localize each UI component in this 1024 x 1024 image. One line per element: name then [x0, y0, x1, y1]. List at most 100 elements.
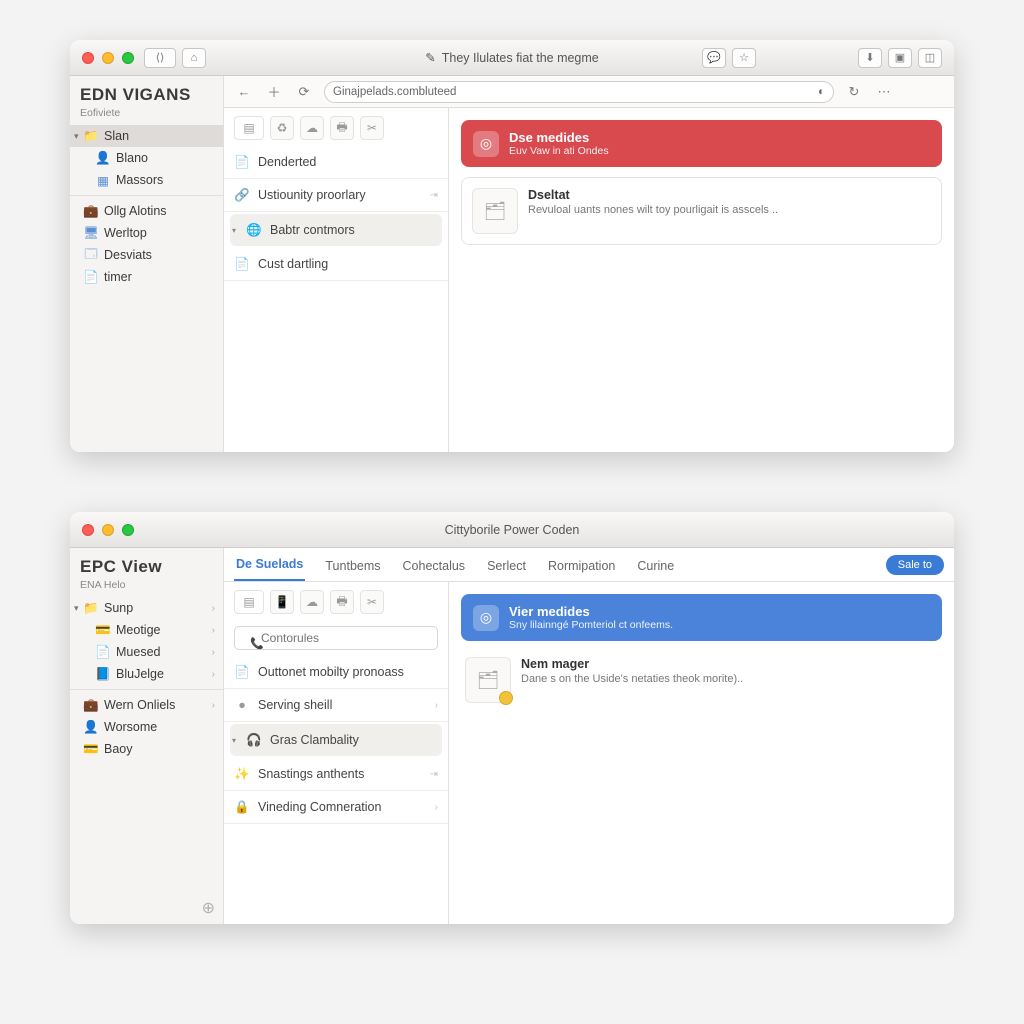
panel-button[interactable]: ◫: [918, 48, 942, 68]
tool-settings-button[interactable]: ✂: [360, 116, 384, 140]
list-item[interactable]: 📄Cust dartling: [224, 248, 448, 281]
chat-button[interactable]: 💬: [702, 48, 726, 68]
chevron-right-icon: ›: [435, 700, 438, 711]
card-thumbnail: 🗂: [472, 188, 518, 234]
banner-subtitle: Euv Vaw in ati Ondes: [509, 145, 609, 157]
search-field-wrap: 📞: [234, 626, 438, 650]
dot-red-icon: ●: [234, 697, 250, 713]
list-item[interactable]: 📄Denderted: [224, 146, 448, 179]
list-item[interactable]: 📄Outtonet mobilty pronoass: [224, 656, 448, 689]
tab-serlect[interactable]: Serlect: [485, 551, 528, 581]
lock-icon: 🔒: [234, 799, 250, 815]
tool-sort-button[interactable]: ♻: [270, 116, 294, 140]
list-toolbar: ▤ 📱 ☁ 🖶 ✂: [224, 582, 448, 620]
view-mode-button[interactable]: ▤: [234, 116, 264, 140]
search-input[interactable]: [234, 626, 438, 650]
sidebar-item-wern[interactable]: 💼Wern Onliels›: [70, 694, 223, 716]
sidebar-item-meotige[interactable]: 💳Meotige›: [70, 619, 223, 641]
archive-button[interactable]: ▣: [888, 48, 912, 68]
tool-print-button[interactable]: 🖶: [330, 590, 354, 614]
sidebar-item-ollg[interactable]: 💼Ollg Alotins: [70, 200, 223, 222]
sidebar-item-timer[interactable]: 📄timer: [70, 266, 223, 288]
list-item[interactable]: 🔗Ustiounity proorlary⇥: [224, 179, 448, 212]
list-item[interactable]: 🔒Vineding Comneration›: [224, 791, 448, 824]
sidebar-item-blujelge[interactable]: 📘BluJelge›: [70, 663, 223, 685]
list-item-selected[interactable]: 🌐Babtr contmors: [230, 214, 442, 246]
refresh2-button[interactable]: ↻: [844, 82, 864, 102]
sidebar-item-sunp[interactable]: 📁Sunp›: [70, 597, 223, 619]
traffic-lights: [82, 52, 134, 64]
banner-title: Vier medides: [509, 604, 673, 619]
star-button[interactable]: ☆: [732, 48, 756, 68]
back-button[interactable]: ←: [234, 82, 254, 102]
preview-card[interactable]: 🗂 Dseltat Revuloal uants nones wilt toy …: [461, 177, 942, 245]
list-toolbar: ▤ ♻ ☁ 🖶 ✂: [224, 108, 448, 146]
tool-device-button[interactable]: 📱: [270, 590, 294, 614]
search-icon: 📞: [250, 637, 264, 650]
tool-print-button[interactable]: 🖶: [330, 116, 354, 140]
window-title: ✎ They Ilulates fiat the megme: [425, 50, 599, 65]
list-item-selected[interactable]: 🎧Gras Clambality: [230, 724, 442, 756]
briefcase-icon: 💼: [84, 204, 98, 218]
badge-icon: [499, 691, 513, 705]
reader-icon[interactable]: ◐: [818, 86, 825, 98]
sidebar-item-werltop[interactable]: 🖥Werltop: [70, 222, 223, 244]
tool-settings-button[interactable]: ✂: [360, 590, 384, 614]
preview-pane: ◎ Vier medides Sny lilainngé Pomteriol c…: [449, 582, 954, 924]
sidebar-item-desviats[interactable]: 🗔Desviats: [70, 244, 223, 266]
user-icon: 👤: [84, 720, 98, 734]
alert-banner: ◎ Dse medides Euv Vaw in ati Ondes: [461, 120, 942, 167]
sidebar-item-muesed[interactable]: 📄Muesed›: [70, 641, 223, 663]
minimize-icon[interactable]: [102, 524, 114, 536]
chevron-right-icon: ›: [435, 802, 438, 813]
list-item[interactable]: ✨Snastings anthents⇥: [224, 758, 448, 791]
tab-curine[interactable]: Curine: [635, 551, 676, 581]
grid-icon: ▦: [96, 173, 110, 187]
add-tab-button[interactable]: ＋: [264, 82, 284, 102]
list-column: ▤ 📱 ☁ 🖶 ✂ 📞 📄Outtonet mobilty pronoass ●…: [224, 582, 449, 924]
list-item[interactable]: ●Serving sheill›: [224, 689, 448, 722]
preview-card[interactable]: 🗂 Nem mager Dane s on the Uside's netati…: [461, 651, 942, 709]
zoom-icon[interactable]: [122, 52, 134, 64]
sidebar: EDN VIGANS Eofiviete 📁Slan 👤Blano ▦Masso…: [70, 76, 224, 452]
card-icon: 💳: [84, 742, 98, 756]
tool-cloud-button[interactable]: ☁: [300, 590, 324, 614]
sale-button[interactable]: Sale to: [886, 555, 944, 575]
url-field[interactable]: Ginajpelads.combluteed ◐: [324, 81, 834, 103]
tab-bar: De Suelads Tuntbems Cohectalus Serlect R…: [224, 548, 954, 582]
sparkle-icon: ✨: [234, 766, 250, 782]
chevron-right-icon: ⇥: [430, 769, 438, 780]
view-mode-button[interactable]: ▤: [234, 590, 264, 614]
nav-pair-button[interactable]: ⟨⟩: [144, 48, 176, 68]
more-button[interactable]: ⋯: [874, 82, 894, 102]
home-button[interactable]: ⌂: [182, 48, 206, 68]
card-description: Dane s on the Uside's netaties theok mor…: [521, 673, 743, 685]
sidebar-item-blano[interactable]: 👤Blano: [70, 147, 223, 169]
sidebar-item-worsome[interactable]: 👤Worsome: [70, 716, 223, 738]
monitor-icon: 🖥: [84, 226, 98, 240]
minimize-icon[interactable]: [102, 52, 114, 64]
link-icon: 🔗: [234, 187, 250, 203]
close-icon[interactable]: [82, 524, 94, 536]
sidebar-item-massors[interactable]: ▦Massors: [70, 169, 223, 191]
tab-tuntbems[interactable]: Tuntbems: [323, 551, 382, 581]
sync-icon[interactable]: ⊕: [202, 898, 215, 918]
card-description: Revuloal uants nones wilt toy pourligait…: [528, 204, 778, 216]
close-icon[interactable]: [82, 52, 94, 64]
window-icon: 🗔: [84, 248, 98, 262]
zoom-icon[interactable]: [122, 524, 134, 536]
tab-rormipation[interactable]: Rormipation: [546, 551, 617, 581]
traffic-lights: [82, 524, 134, 536]
titlebar: ⟨⟩ ⌂ ✎ They Ilulates fiat the megme 💬 ☆ …: [70, 40, 954, 76]
preview-pane: ◎ Dse medides Euv Vaw in ati Ondes 🗂 Dse…: [449, 108, 954, 452]
download-button[interactable]: ⬇: [858, 48, 882, 68]
tab-de-suelads[interactable]: De Suelads: [234, 549, 305, 581]
chevron-right-icon: ⇥: [430, 190, 438, 201]
folder-icon: 📁: [84, 129, 98, 143]
tool-cloud-button[interactable]: ☁: [300, 116, 324, 140]
sidebar-item-baoy[interactable]: 💳Baoy: [70, 738, 223, 760]
sidebar-item-slan[interactable]: 📁Slan: [70, 125, 223, 147]
tab-cohectalus[interactable]: Cohectalus: [401, 551, 468, 581]
item-list: 📄Outtonet mobilty pronoass ●Serving shei…: [224, 656, 448, 824]
reload-button[interactable]: ⟳: [294, 82, 314, 102]
